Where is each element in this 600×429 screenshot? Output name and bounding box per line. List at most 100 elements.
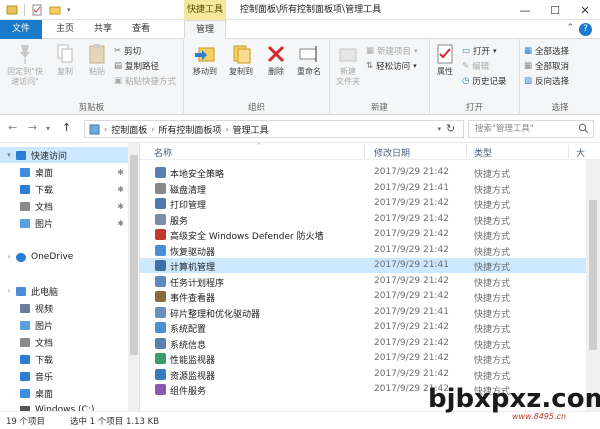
column-date[interactable]: 修改日期: [374, 146, 410, 159]
breadcrumb-admin-tools[interactable]: 管理工具: [233, 123, 269, 136]
column-divider[interactable]: [466, 145, 467, 158]
up-button[interactable]: ↑: [62, 121, 71, 134]
app-icon: [6, 5, 18, 15]
file-row[interactable]: 系统配置 2017/9/29 21:42 快捷方式: [140, 320, 586, 335]
copy-to-button[interactable]: 复制到: [224, 43, 258, 77]
refresh-icon[interactable]: ↻: [446, 122, 455, 135]
close-button[interactable]: ✕: [570, 0, 600, 20]
copy-path-button[interactable]: ▤ 复制路径: [114, 60, 159, 72]
nav-item[interactable]: 下载: [0, 351, 128, 367]
file-row[interactable]: 事件查看器 2017/9/29 21:42 快捷方式: [140, 289, 586, 304]
file-row[interactable]: 磁盘清理 2017/9/29 21:41 快捷方式: [140, 181, 586, 196]
pin-label: 固定到"快 速访问": [7, 67, 43, 86]
expand-arrow-icon[interactable]: ›: [4, 287, 14, 295]
search-icon: [578, 123, 589, 134]
desktop-icon: [20, 388, 30, 398]
breadcrumb-all-items[interactable]: 所有控制面板项: [158, 123, 221, 136]
tab-file[interactable]: 文件: [0, 20, 42, 39]
nav-item[interactable]: 音乐: [0, 368, 128, 384]
nav-item[interactable]: 图片: [0, 317, 128, 333]
file-row[interactable]: 本地安全策略 2017/9/29 21:42 快捷方式: [140, 165, 586, 180]
pin-icon[interactable]: ✱: [117, 168, 124, 177]
nav-item[interactable]: 桌面: [0, 385, 128, 401]
open-button[interactable]: ▭ 打开 ▾: [462, 45, 497, 57]
expand-arrow-icon[interactable]: ▾: [4, 151, 14, 159]
nav-item[interactable]: ▾ 快速访问: [0, 147, 128, 163]
file-row[interactable]: 打印管理 2017/9/29 21:42 快捷方式: [140, 196, 586, 211]
file-row[interactable]: 系统信息 2017/9/29 21:42 快捷方式: [140, 336, 586, 351]
column-name[interactable]: 名称: [154, 146, 172, 159]
file-list: 名称 ⌃ 修改日期 类型 大 本地安全策略 2017/9/29 21:42 快捷方式…: [140, 143, 600, 411]
easy-access-button[interactable]: ⇅ 轻松访问 ▾: [366, 60, 417, 72]
select-none-button[interactable]: ▦ 全部取消: [524, 60, 569, 72]
collapse-ribbon-icon[interactable]: ⌃: [566, 23, 574, 33]
file-list-scrollbar[interactable]: [586, 160, 600, 411]
new-item-button[interactable]: ▦ 新建项目 ▾: [366, 45, 418, 57]
tab-manage[interactable]: 管理: [184, 20, 226, 40]
minimize-button[interactable]: —: [510, 0, 540, 20]
file-row[interactable]: 任务计划程序 2017/9/29 21:42 快捷方式: [140, 274, 586, 289]
file-row[interactable]: 性能监视器 2017/9/29 21:42 快捷方式: [140, 351, 586, 366]
back-button[interactable]: ←: [8, 121, 17, 134]
copy-button[interactable]: 复制: [50, 43, 80, 77]
file-date: 2017/9/29 21:42: [374, 167, 449, 177]
edit-button[interactable]: ✎ 编辑: [462, 60, 489, 72]
file-row[interactable]: 计算机管理 2017/9/29 21:41 快捷方式: [140, 258, 586, 273]
pin-icon[interactable]: ✱: [117, 185, 124, 194]
pin-quick-access-button[interactable]: 固定到"快 速访问": [4, 43, 46, 87]
maximize-button[interactable]: ☐: [540, 0, 570, 20]
navigation-pane: ▾ 快速访问 桌面 ✱ 下载 ✱ 文档 ✱ 图片 ✱ › OneDrive › 此电脑 视频 图片 文档 下载 音乐…: [0, 143, 140, 411]
file-row[interactable]: 资源监视器 2017/9/29 21:42 快捷方式: [140, 367, 586, 382]
nav-item[interactable]: 文档 ✱: [0, 198, 128, 214]
nav-scrollbar-thumb[interactable]: [130, 155, 138, 355]
tab-home[interactable]: 主页: [50, 20, 80, 39]
file-row[interactable]: 恢复驱动器 2017/9/29 21:42 快捷方式: [140, 243, 586, 258]
address-dropdown-icon[interactable]: ▾: [437, 125, 441, 133]
column-divider[interactable]: [364, 145, 365, 158]
file-scrollbar-thumb[interactable]: [589, 200, 597, 350]
file-row[interactable]: 高级安全 Windows Defender 防火墙 2017/9/29 21:42…: [140, 227, 586, 242]
nav-item[interactable]: 视频: [0, 300, 128, 316]
nav-scrollbar[interactable]: [128, 143, 139, 411]
cut-button[interactable]: ✂ 剪切: [114, 45, 141, 57]
nav-item[interactable]: › OneDrive: [0, 249, 128, 265]
column-size[interactable]: 大: [576, 146, 585, 159]
help-icon[interactable]: ?: [579, 23, 592, 36]
properties-icon[interactable]: [31, 4, 43, 16]
nav-item[interactable]: 桌面 ✱: [0, 164, 128, 180]
column-divider[interactable]: [568, 145, 569, 158]
rename-button[interactable]: 重命名: [292, 43, 326, 77]
recent-locations-icon[interactable]: ▾: [46, 124, 50, 133]
pin-icon[interactable]: ✱: [117, 219, 124, 228]
history-button[interactable]: ◷ 历史记录: [462, 75, 506, 87]
qat-dropdown-icon[interactable]: ▾: [67, 6, 71, 14]
address-bar[interactable]: › 控制面板 › 所有控制面板项 › 管理工具 ▾: [84, 120, 464, 138]
paste-button[interactable]: 粘贴: [82, 43, 112, 77]
tab-view[interactable]: 查看: [126, 20, 156, 39]
copy-path-icon: ▤: [114, 61, 123, 71]
nav-item[interactable]: 下载 ✱: [0, 181, 128, 197]
invert-selection-button[interactable]: ▧ 反向选择: [524, 75, 569, 87]
new-folder-button[interactable]: 新建 文件夹: [332, 43, 364, 87]
pin-icon[interactable]: ✱: [117, 202, 124, 211]
delete-button[interactable]: 删除: [262, 43, 290, 77]
file-row[interactable]: 碎片整理和优化驱动器 2017/9/29 21:41 快捷方式: [140, 305, 586, 320]
file-type: 快捷方式: [474, 185, 511, 196]
nav-item[interactable]: 图片 ✱: [0, 215, 128, 231]
breadcrumb-control-panel[interactable]: 控制面板: [111, 123, 147, 136]
properties-button[interactable]: 属性: [432, 43, 458, 77]
column-type[interactable]: 类型: [474, 146, 492, 159]
file-row[interactable]: 服务 2017/9/29 21:42 快捷方式: [140, 212, 586, 227]
forward-button[interactable]: →: [28, 121, 37, 134]
move-to-button[interactable]: 移动到: [188, 43, 222, 77]
paste-shortcut-button[interactable]: ▣ 粘贴快捷方式: [114, 75, 176, 87]
nav-item[interactable]: 文档: [0, 334, 128, 350]
paste-shortcut-label: 粘贴快捷方式: [125, 77, 177, 87]
nav-item[interactable]: Windows (C:): [0, 402, 128, 411]
new-folder-icon[interactable]: [49, 4, 61, 16]
select-all-button[interactable]: ▦ 全部选择: [524, 45, 569, 57]
nav-item[interactable]: › 此电脑: [0, 283, 128, 299]
search-input[interactable]: 搜索"管理工具": [468, 120, 594, 138]
expand-arrow-icon[interactable]: ›: [4, 253, 14, 261]
tab-share[interactable]: 共享: [88, 20, 118, 39]
